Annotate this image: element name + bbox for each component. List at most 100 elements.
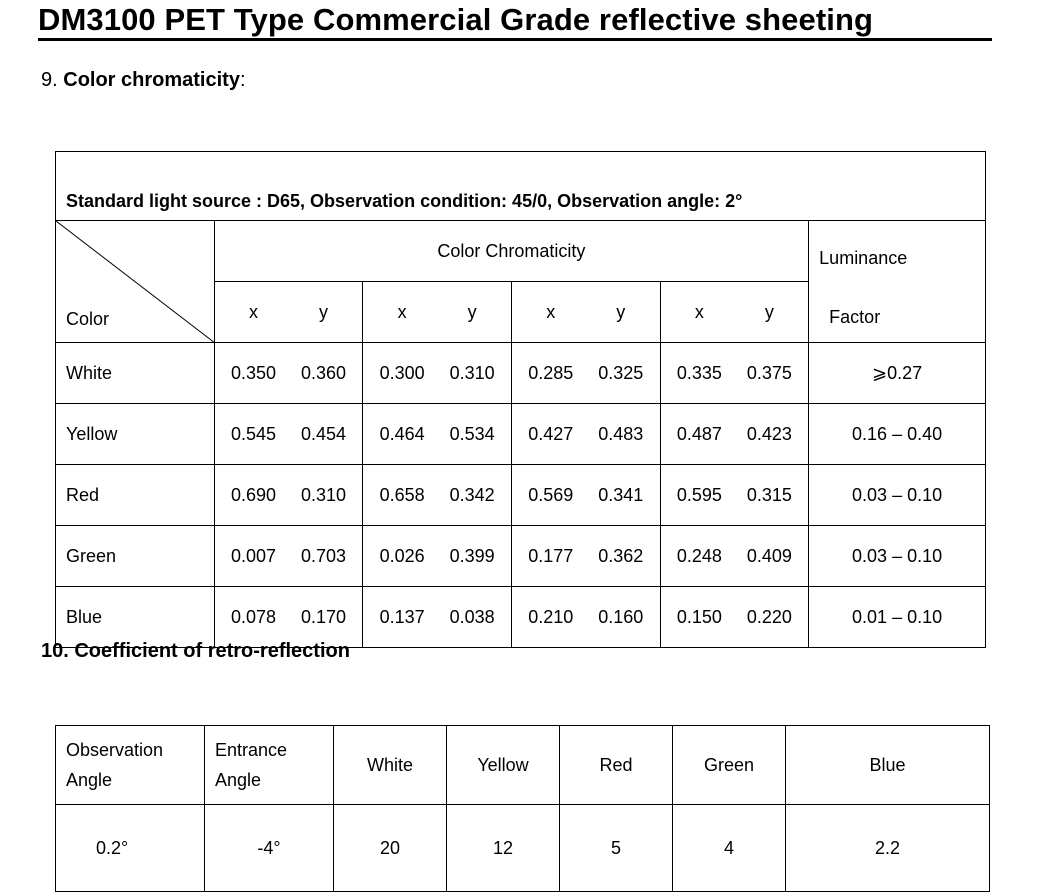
luminance-factor-cell: 0.01 – 0.10 — [808, 586, 986, 648]
section-9-heading: 9. Color chromaticity: — [41, 68, 246, 92]
chromaticity-y-value: 0.454 — [300, 423, 346, 444]
table-row: Green 0.007 0.703 0.026 0.399 0.177 0.362 0.248… — [55, 525, 986, 587]
chromaticity-point-cell: 0.285 0.325 — [510, 342, 661, 404]
chromaticity-x-value: 0.569 — [528, 484, 574, 505]
color-name-cell: Red — [55, 464, 215, 526]
chromaticity-point-cell: 0.569 0.341 — [510, 464, 661, 526]
x-label: x — [694, 301, 704, 322]
x-label: x — [248, 301, 258, 322]
chromaticity-point-cell: 0.150 0.220 — [659, 586, 810, 648]
chromaticity-y-value: 0.160 — [598, 606, 644, 627]
chromaticity-point-cell: 0.026 0.399 — [362, 525, 512, 587]
retro-value-green: 4 — [672, 804, 786, 892]
chromaticity-point-cell: 0.007 0.703 — [213, 525, 364, 587]
chromaticity-y-value: 0.315 — [746, 484, 792, 505]
retro-value-yellow: 12 — [446, 804, 560, 892]
x-label: x — [546, 301, 556, 322]
header-row-1: Color Color Chromaticity Luminance Facto… — [55, 220, 986, 343]
retro-value-white: 20 — [333, 804, 447, 892]
chromaticity-x-value: 0.487 — [676, 423, 722, 444]
xy-header-2: xy — [362, 281, 512, 343]
table-row: White 0.350 0.360 0.300 0.310 0.285 0.325 0.335… — [55, 342, 986, 404]
luminance-header-line1: Luminance — [819, 248, 908, 268]
chromaticity-x-value: 0.150 — [676, 606, 722, 627]
chromaticity-x-value: 0.248 — [676, 545, 722, 566]
header-line: Angle — [215, 770, 262, 790]
chromaticity-x-value: 0.300 — [379, 362, 425, 383]
chromaticity-x-value: 0.545 — [230, 423, 276, 444]
luminance-factor-cell: ⩾0.27 — [808, 342, 986, 404]
chromaticity-y-value: 0.342 — [449, 484, 495, 505]
chromaticity-point-cell: 0.137 0.038 — [362, 586, 512, 648]
corner-label: Color — [66, 309, 110, 329]
chromaticity-x-value: 0.350 — [230, 362, 276, 383]
chromaticity-x-value: 0.595 — [676, 484, 722, 505]
chromaticity-y-value: 0.360 — [300, 362, 346, 383]
y-label: y — [318, 301, 328, 322]
chromaticity-y-value: 0.703 — [300, 545, 346, 566]
chromaticity-y-value: 0.341 — [598, 484, 644, 505]
chromaticity-x-value: 0.137 — [379, 606, 425, 627]
observation-angle-header: Observation Angle — [55, 725, 205, 805]
luminance-factor-header: Luminance Factor — [808, 220, 986, 343]
chromaticity-y-value: 0.534 — [449, 423, 495, 444]
condition-row: Standard light source : D65, Observation… — [55, 151, 986, 221]
chromaticity-y-value: 0.220 — [746, 606, 792, 627]
chromaticity-x-value: 0.285 — [528, 362, 574, 383]
chromaticity-point-cell: 0.487 0.423 — [659, 403, 810, 465]
chromaticity-point-cell: 0.177 0.362 — [510, 525, 661, 587]
retro-value-red: 5 — [559, 804, 673, 892]
chromaticity-point-cell: 0.545 0.454 — [213, 403, 364, 465]
color-name-cell: Green — [55, 525, 215, 587]
measurement-condition: Standard light source : D65, Observation… — [55, 151, 986, 221]
chromaticity-y-value: 0.170 — [300, 606, 346, 627]
y-label: y — [764, 301, 774, 322]
chromaticity-x-value: 0.464 — [379, 423, 425, 444]
section-9-colon: : — [239, 69, 246, 91]
table-row: Yellow 0.545 0.454 0.464 0.534 0.427 0.483 0.48… — [55, 403, 986, 465]
color-header-white: White — [333, 725, 447, 805]
retro-value-blue: 2.2 — [785, 804, 990, 892]
color-name-cell: White — [55, 342, 215, 404]
corner-header-cell: Color — [55, 220, 215, 343]
chromaticity-x-value: 0.690 — [230, 484, 276, 505]
color-header-red: Red — [559, 725, 673, 805]
color-name-cell: Yellow — [55, 403, 215, 465]
header-line: Observation — [66, 740, 164, 760]
entrance-angle-value: -4° — [204, 804, 334, 892]
header-line: Entrance — [215, 740, 288, 760]
chromaticity-y-value: 0.038 — [449, 606, 495, 627]
document-title: DM3100 PET Type Commercial Grade reflect… — [38, 2, 992, 41]
chromaticity-x-value: 0.210 — [528, 606, 574, 627]
chromaticity-y-value: 0.310 — [449, 362, 495, 383]
chromaticity-y-value: 0.399 — [449, 545, 495, 566]
section-9-title: Color chromaticity — [63, 69, 240, 91]
chromaticity-x-value: 0.007 — [230, 545, 276, 566]
chromaticity-point-cell: 0.210 0.160 — [510, 586, 661, 648]
chromaticity-x-value: 0.177 — [528, 545, 574, 566]
luminance-factor-cell: 0.03 – 0.10 — [808, 525, 986, 587]
section-10-heading: 10. Coefficient of retro-reflection — [41, 640, 350, 662]
retro-reflection-table: Observation Angle Entrance Angle White Y… — [55, 725, 990, 892]
table-row: 0.2° -4° 20 12 5 4 2.2 — [55, 804, 990, 892]
luminance-factor-cell: 0.16 – 0.40 — [808, 403, 986, 465]
entrance-angle-header: Entrance Angle — [204, 725, 334, 805]
y-label: y — [467, 301, 477, 322]
chromaticity-x-value: 0.026 — [379, 545, 425, 566]
chromaticity-x-value: 0.427 — [528, 423, 574, 444]
chromaticity-y-value: 0.423 — [746, 423, 792, 444]
y-label: y — [616, 301, 626, 322]
chromaticity-y-value: 0.325 — [598, 362, 644, 383]
chromaticity-point-cell: 0.658 0.342 — [362, 464, 512, 526]
chromaticity-rows: White 0.350 0.360 0.300 0.310 0.285 0.325 0.335… — [55, 342, 986, 648]
chromaticity-point-cell: 0.335 0.375 — [659, 342, 810, 404]
chromaticity-y-value: 0.409 — [746, 545, 792, 566]
color-chromaticity-table: Standard light source : D65, Observation… — [55, 151, 986, 648]
chromaticity-point-cell: 0.427 0.483 — [510, 403, 661, 465]
chromaticity-point-cell: 0.350 0.360 — [213, 342, 364, 404]
xy-header-4: xy — [659, 281, 810, 343]
chromaticity-point-cell: 0.690 0.310 — [213, 464, 364, 526]
chromaticity-y-value: 0.362 — [598, 545, 644, 566]
color-chromaticity-header: Color Chromaticity — [213, 220, 810, 282]
color-header-green: Green — [672, 725, 786, 805]
